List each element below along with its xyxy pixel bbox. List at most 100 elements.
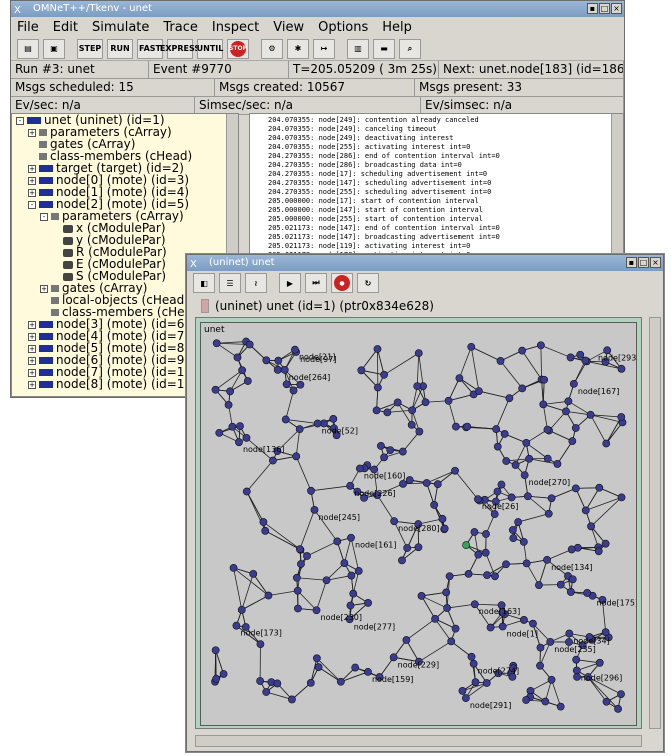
search-icon[interactable]: ⌕ — [399, 38, 421, 59]
save-icon[interactable]: ▣ — [43, 38, 65, 59]
network-node — [380, 370, 389, 379]
network-node — [462, 541, 471, 550]
expand-icon[interactable]: + — [28, 356, 36, 365]
network-node — [572, 655, 581, 664]
link — [318, 666, 342, 683]
network-node — [422, 479, 431, 487]
network-node — [261, 526, 270, 535]
collapse-icon[interactable]: - — [28, 200, 36, 209]
link — [500, 360, 523, 389]
network-node — [269, 456, 277, 465]
network-node — [296, 380, 305, 389]
minimize-button[interactable]: ▪ — [587, 3, 598, 14]
network-node — [413, 382, 422, 391]
close-button[interactable]: × — [611, 3, 622, 14]
network-icon[interactable]: ✱ — [287, 38, 309, 59]
network-node — [398, 556, 406, 565]
net-maximize-button[interactable]: □ — [638, 257, 649, 268]
node-label: node[160] — [364, 472, 405, 481]
collapse-icon[interactable]: - — [40, 212, 48, 221]
canvas-vscrollbar[interactable] — [649, 317, 661, 729]
menu-file[interactable]: File — [17, 20, 39, 35]
node-label: node[291] — [470, 701, 511, 710]
network-node — [601, 539, 610, 548]
node-label: node[167] — [578, 387, 619, 396]
relayout-icon[interactable]: ↻ — [357, 273, 379, 293]
net-close-button[interactable]: × — [650, 257, 661, 268]
menu-view[interactable]: View — [273, 20, 304, 35]
net-titlebar[interactable]: X (uninet) unet ▪ □ × — [187, 255, 663, 271]
network-node — [564, 397, 573, 406]
menu-inspect[interactable]: Inspect — [212, 20, 259, 35]
node-label: node[280] — [398, 524, 439, 533]
x11-menu-icon[interactable]: X — [190, 257, 197, 273]
network-node — [274, 356, 283, 365]
log-scrollbar[interactable] — [611, 114, 623, 256]
run-button[interactable]: RUN — [107, 38, 133, 59]
menu-trace[interactable]: Trace — [163, 20, 198, 35]
expand-icon[interactable]: + — [28, 128, 36, 137]
log-line: 205.000000: node[17]: start of contentio… — [268, 197, 479, 205]
collapse-icon[interactable]: - — [16, 116, 24, 125]
expand-icon[interactable]: + — [28, 332, 36, 341]
expand-icon[interactable]: + — [28, 380, 36, 389]
network-node — [262, 356, 271, 365]
stop-button[interactable]: STOP — [227, 38, 249, 59]
menu-simulate[interactable]: Simulate — [92, 20, 149, 35]
main-titlebar[interactable]: X OMNeT++/Tkenv - unet ▪ □ × — [11, 1, 624, 17]
log-line: 204.070355: node[255]: activating intere… — [268, 143, 471, 151]
maximize-button[interactable]: □ — [599, 3, 610, 14]
net-minimize-button[interactable]: ▪ — [626, 257, 637, 268]
layout-icon[interactable]: ☰ — [219, 273, 241, 293]
until-button[interactable]: UNTIL — [197, 38, 223, 59]
parent-icon[interactable]: ◧ — [193, 273, 215, 293]
network-node — [523, 492, 532, 501]
network-node — [568, 437, 577, 446]
network-node — [211, 385, 220, 394]
network-node — [408, 406, 417, 415]
run-icon[interactable]: ▶ — [279, 273, 301, 293]
expand-icon[interactable]: + — [28, 164, 36, 173]
expand-icon[interactable]: + — [28, 188, 36, 197]
network-node — [522, 696, 531, 704]
network-canvas[interactable]: unet node[277] node[175] node[136] node[161… — [200, 322, 637, 726]
open-icon[interactable]: ▤ — [17, 38, 39, 59]
step-icon[interactable]: ≀ — [245, 273, 267, 293]
step-button[interactable]: STEP — [77, 38, 103, 59]
status-row-1: Run #3: unet Event #9770 T=205.05209 ( 3… — [11, 61, 624, 79]
expand-icon[interactable]: + — [40, 284, 48, 293]
expand-icon[interactable]: + — [28, 368, 36, 377]
msg-icon[interactable]: ▬ — [373, 38, 395, 59]
event-log[interactable]: 204.070355: node[249]: contention alread… — [249, 113, 624, 257]
express-button[interactable]: EXPRESS — [160, 38, 200, 59]
find-icon[interactable]: ⚙ — [261, 38, 283, 59]
network-node — [212, 339, 221, 348]
network-node — [520, 616, 528, 624]
link — [340, 671, 369, 683]
network-node — [226, 387, 235, 396]
network-node — [541, 697, 550, 706]
stop-icon[interactable]: ● — [331, 273, 353, 293]
network-node — [617, 690, 625, 698]
link — [521, 350, 542, 380]
expand-icon[interactable]: + — [28, 176, 36, 185]
fast-icon[interactable]: ⏭ — [305, 273, 327, 293]
timeline-icon[interactable]: ↦ — [313, 38, 335, 59]
network-node — [297, 560, 305, 568]
log-line: 205.021173: node[119]: activating intere… — [268, 242, 471, 250]
network-node — [602, 439, 611, 448]
menu-help[interactable]: Help — [382, 20, 412, 35]
network-node — [389, 653, 398, 662]
network-node — [502, 457, 511, 465]
canvas-hscrollbar[interactable] — [195, 735, 642, 747]
expand-icon[interactable]: + — [28, 344, 36, 353]
expand-icon[interactable]: + — [28, 320, 36, 329]
network-node — [340, 559, 349, 567]
menu-options[interactable]: Options — [318, 20, 368, 35]
stats-icon[interactable]: ▥ — [347, 38, 369, 59]
network-node — [544, 509, 553, 518]
network-node — [505, 394, 514, 403]
menu-edit[interactable]: Edit — [53, 20, 78, 35]
network-node — [493, 442, 502, 451]
x11-menu-icon[interactable]: X — [14, 3, 21, 19]
